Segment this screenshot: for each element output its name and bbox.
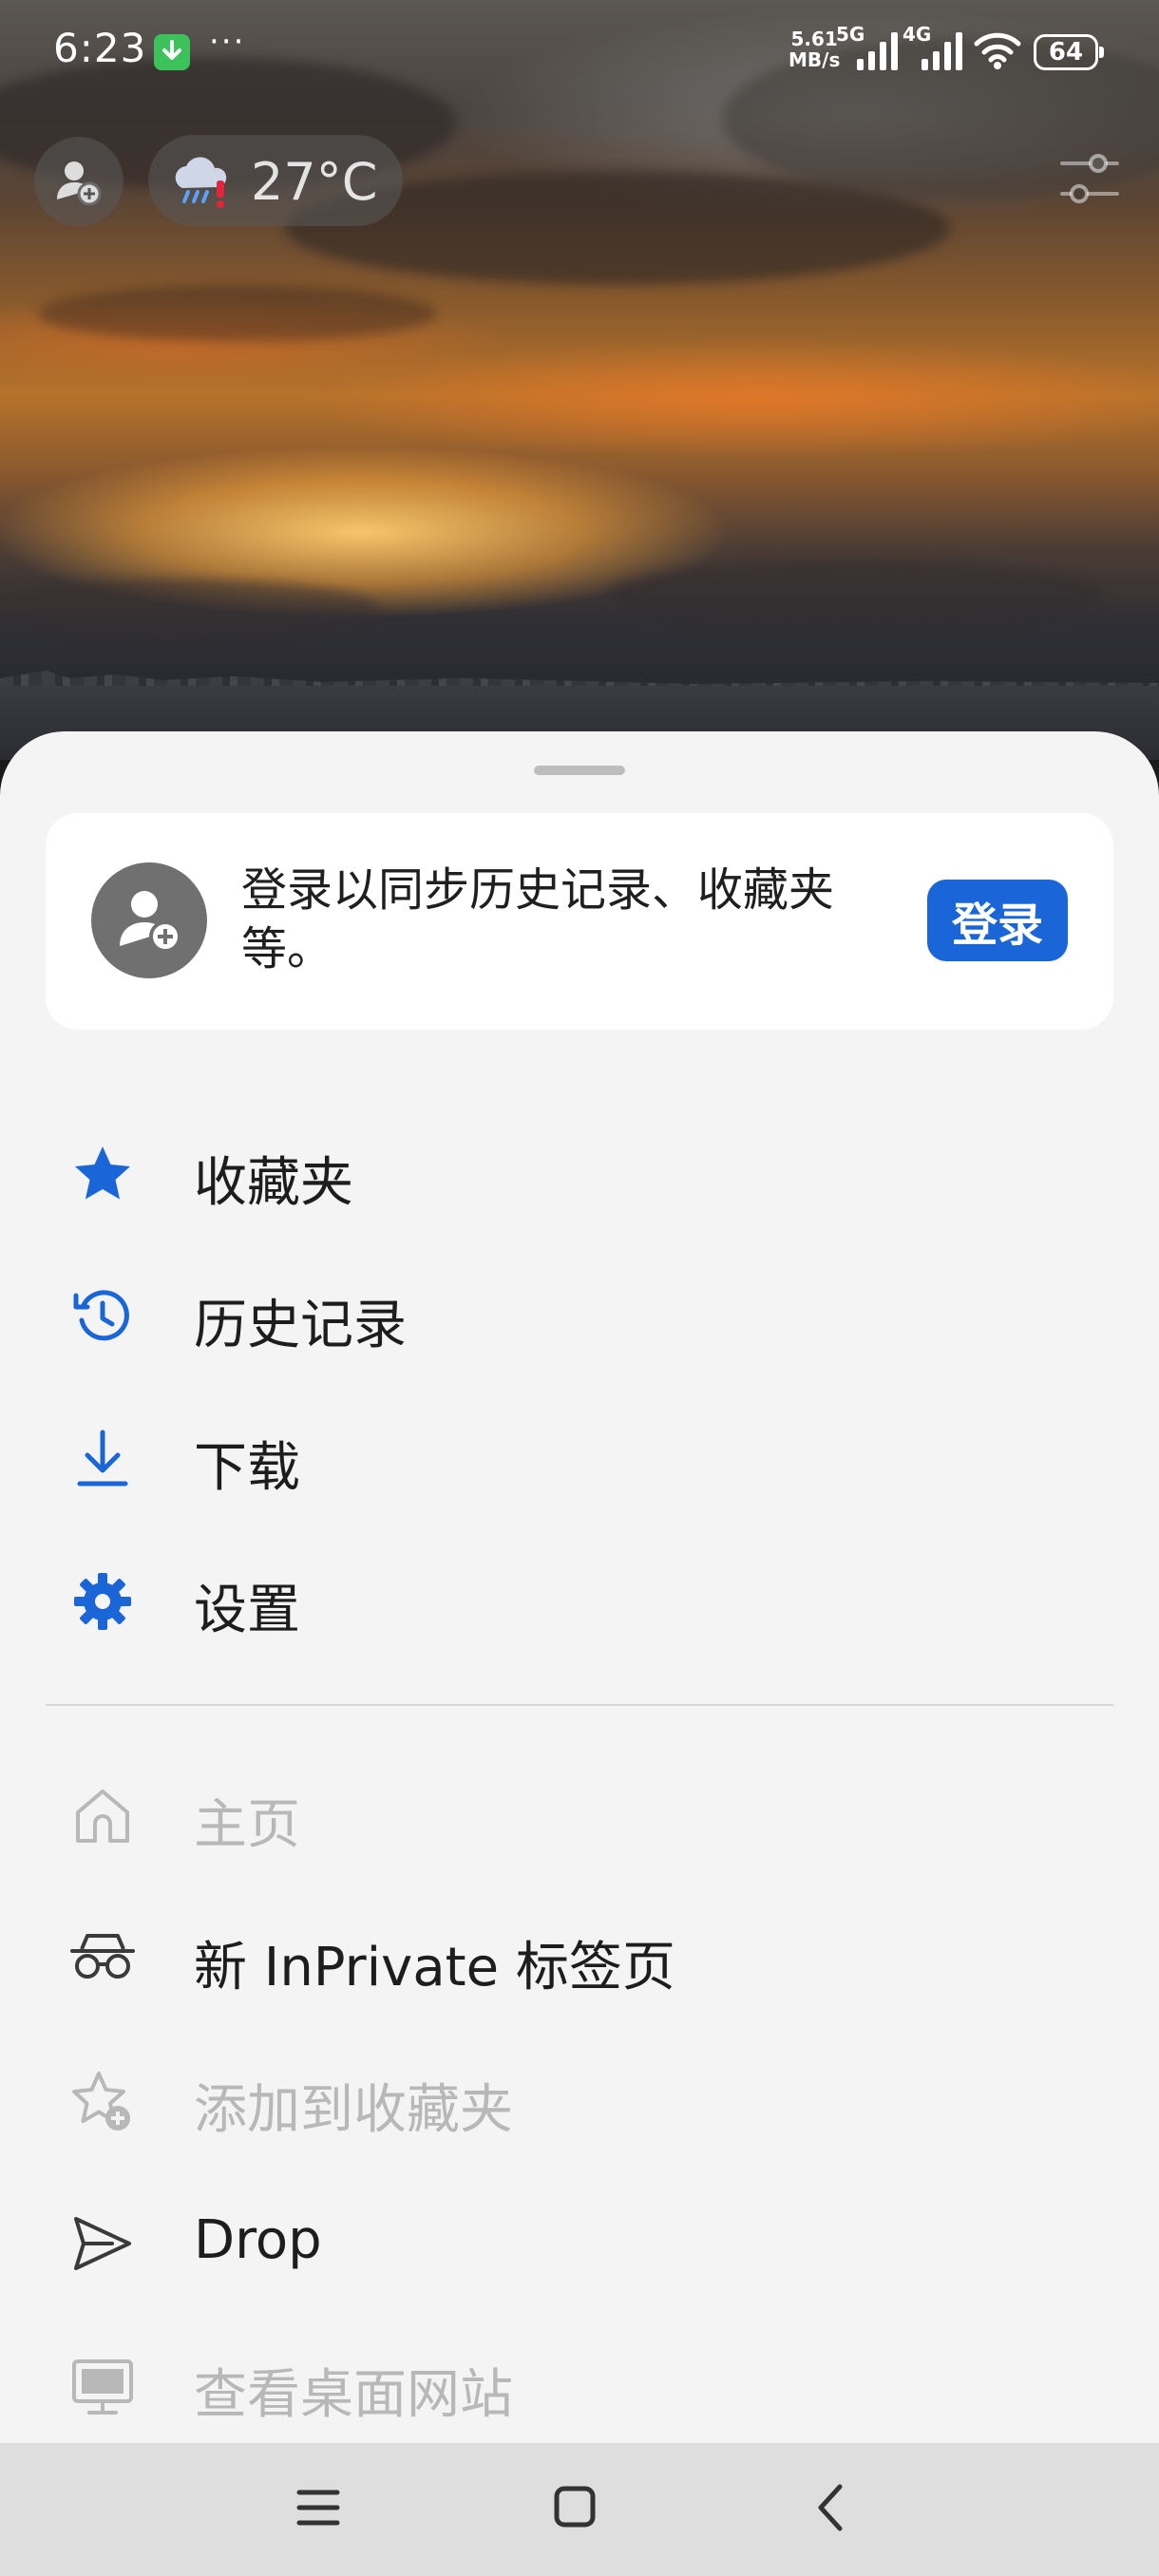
menu-item-desktop-site[interactable]: 查看桌面网站 xyxy=(0,2325,1159,2439)
back-button[interactable] xyxy=(813,2481,847,2534)
menu-item-label: 收藏夹 xyxy=(194,1152,353,1214)
menu-item-favorites[interactable]: 收藏夹 xyxy=(0,1113,1159,1227)
desktop-icon xyxy=(72,2359,133,2415)
signin-card: 登录以同步历史记录、收藏夹等。 登录 xyxy=(46,813,1113,1030)
sheet-drag-handle[interactable] xyxy=(534,766,625,775)
cloud-shape xyxy=(38,285,437,342)
add-user-icon xyxy=(120,891,181,953)
menu-item-label: Drop xyxy=(194,2209,322,2271)
signin-button[interactable]: 登录 xyxy=(927,880,1068,961)
menu-item-label: 设置 xyxy=(194,1580,300,1641)
menu-item-label: 新 InPrivate 标签页 xyxy=(194,1937,675,1998)
weather-rain-cloud-icon xyxy=(175,157,227,208)
cloud-shape xyxy=(0,579,380,636)
recent-apps-button[interactable] xyxy=(296,2481,340,2534)
download-notification-icon xyxy=(154,34,190,70)
star-icon xyxy=(75,1146,130,1200)
menu-item-settings[interactable]: 设置 xyxy=(0,1541,1159,1655)
more-notifications-icon: ··· xyxy=(209,23,246,61)
menu-item-label: 查看桌面网站 xyxy=(194,2364,513,2426)
status-time: 6:23 xyxy=(53,25,147,71)
customize-feed-icon[interactable] xyxy=(1060,150,1119,207)
menu-item-new-inprivate-tab[interactable]: 新 InPrivate 标签页 xyxy=(0,1898,1159,2012)
send-icon xyxy=(74,2217,131,2270)
net-speed-unit: MB/s xyxy=(788,48,841,71)
inprivate-icon xyxy=(70,1934,135,1979)
menu-item-label: 主页 xyxy=(194,1794,300,1856)
menu-bottom-sheet: 登录以同步历史记录、收藏夹等。 登录 收藏夹 历史记录 下载 设置 主页 新 I… xyxy=(0,731,1159,2443)
weather-temperature: 27°C xyxy=(251,152,378,212)
status-bar: 6:23 ··· 5.61 MB/s 5G 4G 64 xyxy=(0,0,1159,104)
history-icon xyxy=(73,1290,129,1341)
menu-item-label: 添加到收藏夹 xyxy=(194,2079,513,2141)
net-speed-value: 5.61 xyxy=(790,28,838,50)
add-favorite-icon xyxy=(72,2072,130,2131)
signal-5g-icon xyxy=(857,32,898,70)
menu-divider xyxy=(46,1704,1113,1706)
wallpaper-background xyxy=(0,0,1159,760)
signin-avatar xyxy=(91,862,207,978)
home-button[interactable] xyxy=(553,2481,597,2534)
wifi-icon xyxy=(974,32,1021,69)
home-icon xyxy=(76,1790,129,1843)
system-navigation-bar xyxy=(0,2443,1159,2576)
profile-button[interactable] xyxy=(34,137,124,226)
signal-4g-icon xyxy=(922,32,962,70)
add-profile-icon xyxy=(57,161,102,205)
menu-item-downloads[interactable]: 下载 xyxy=(0,1398,1159,1512)
menu-item-home[interactable]: 主页 xyxy=(0,1755,1159,1869)
menu-item-history[interactable]: 历史记录 xyxy=(0,1256,1159,1370)
network-speed: 5.61 MB/s xyxy=(788,28,840,70)
signin-prompt: 登录以同步历史记录、收藏夹等。 xyxy=(241,863,835,975)
cloud-shape xyxy=(608,560,1102,627)
gear-icon xyxy=(74,1573,131,1630)
menu-item-label: 历史记录 xyxy=(194,1295,407,1356)
menu-item-add-to-favorites[interactable]: 添加到收藏夹 xyxy=(0,2040,1159,2154)
download-icon xyxy=(77,1430,128,1487)
menu-item-drop[interactable]: Drop xyxy=(0,2183,1159,2297)
battery-indicator: 64 xyxy=(1034,34,1104,70)
menu-item-label: 下载 xyxy=(194,1437,300,1499)
weather-widget[interactable]: 27°C xyxy=(148,135,403,226)
